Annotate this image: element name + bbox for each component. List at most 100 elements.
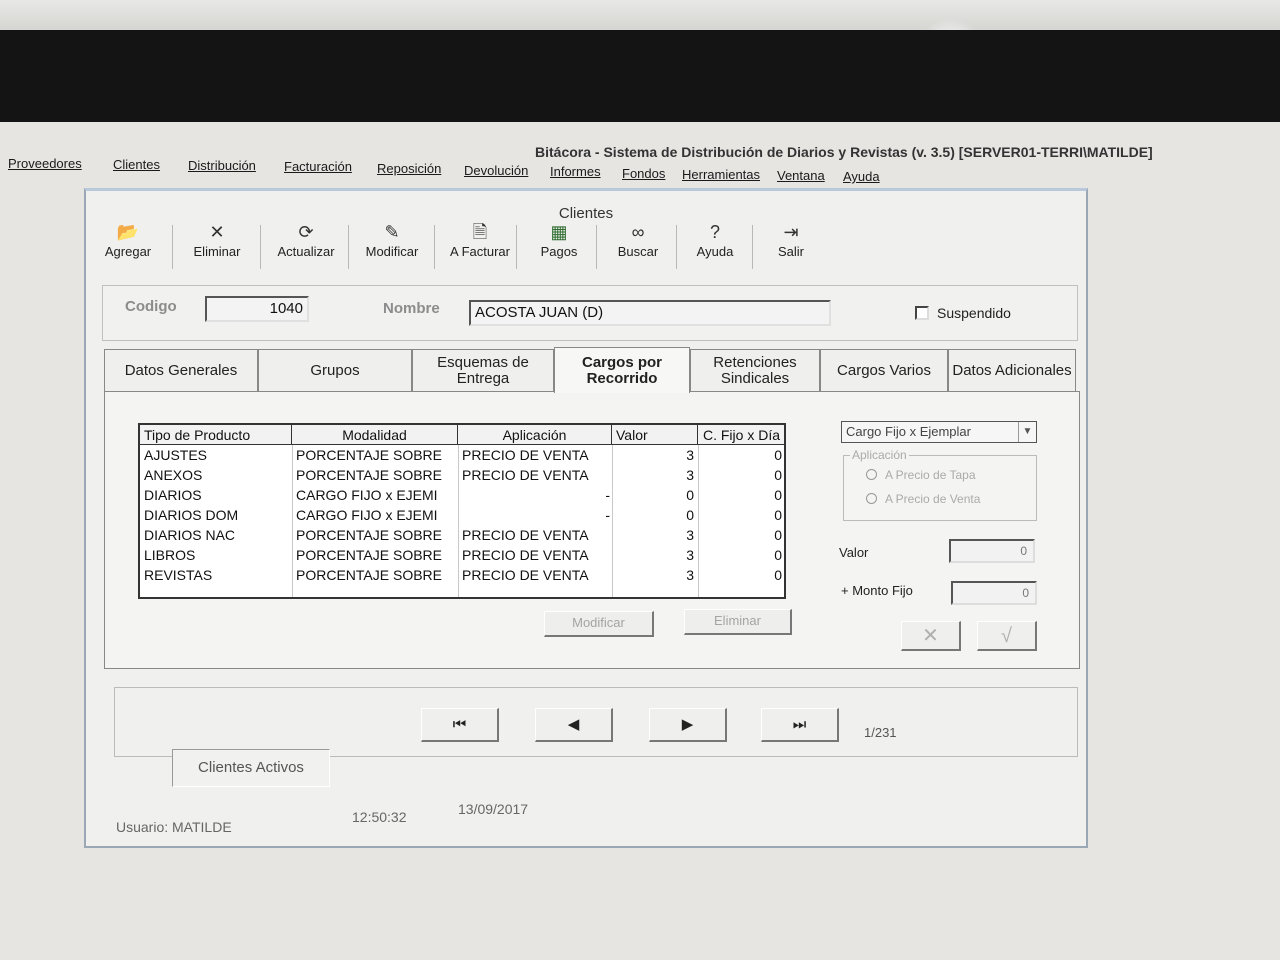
grid-cell[interactable]: 0 (702, 506, 782, 525)
monto-fijo-field[interactable]: 0 (951, 581, 1037, 605)
radio-precio-venta[interactable]: A Precio de Venta (866, 492, 980, 506)
nombre-label: Nombre (383, 300, 440, 317)
tab-retenciones-sindicales[interactable]: Retenciones Sindicales (690, 349, 820, 391)
menu-proveedores[interactable]: Proveedores (8, 156, 82, 171)
pagos-label: Pagos (540, 244, 578, 259)
grid-cell[interactable]: DIARIOS NAC (144, 526, 290, 545)
grid-cell[interactable]: 0 (702, 446, 782, 465)
grid-cell[interactable]: PRECIO DE VENTA (462, 446, 610, 465)
menu-clientes[interactable]: Clientes (113, 157, 160, 172)
valor-label: Valor (839, 545, 869, 560)
record-navigator: ⏮ ◀ ▶ ⏭ (114, 687, 1078, 757)
column-header[interactable]: Aplicación (458, 425, 612, 445)
grid-cell[interactable]: 0 (702, 546, 782, 565)
radio-precio-tapa[interactable]: A Precio de Tapa (866, 468, 976, 482)
grid-cell[interactable]: - (462, 486, 610, 505)
menu-devolucion[interactable]: Devolución (464, 163, 528, 178)
grid-cell[interactable]: 0 (702, 466, 782, 485)
grid-cell[interactable]: PORCENTAJE SOBRE (296, 446, 456, 465)
eliminar-row-button[interactable]: Eliminar (684, 609, 792, 635)
menu-ventana[interactable]: Ventana (777, 168, 825, 183)
grid-cell[interactable]: ANEXOS (144, 466, 290, 485)
grid-cell[interactable]: CARGO FIJO x EJEMI (296, 486, 456, 505)
next-record-button[interactable]: ▶ (649, 708, 727, 742)
eliminar-button[interactable]: ✕ Eliminar (182, 221, 252, 271)
confirm-button[interactable]: √ (977, 621, 1037, 651)
grid-cell[interactable]: 0 (702, 486, 782, 505)
cargo-type-select[interactable]: Cargo Fijo x Ejemplar ▼ (841, 421, 1037, 443)
ayuda-button[interactable]: ? Ayuda (682, 221, 748, 271)
agregar-button[interactable]: 📂 Agregar (96, 221, 160, 271)
buscar-button[interactable]: ∞ Buscar (604, 221, 672, 271)
menu-informes[interactable]: Informes (550, 164, 601, 179)
grid-cell[interactable]: 3 (616, 566, 694, 585)
menu-ayuda[interactable]: Ayuda (843, 169, 880, 184)
tab-grupos[interactable]: Grupos (258, 349, 412, 391)
cargos-grid[interactable]: Tipo de Producto Modalidad Aplicación Va… (138, 423, 786, 599)
last-record-button[interactable]: ⏭ (761, 708, 839, 742)
valor-field[interactable]: 0 (949, 539, 1035, 563)
menu-distribucion[interactable]: Distribución (188, 158, 256, 173)
grid-cell[interactable]: - (462, 506, 610, 525)
chevron-down-icon[interactable]: ▼ (1018, 422, 1036, 442)
tab-cargos-por-recorrido[interactable]: Cargos por Recorrido (554, 347, 690, 393)
grid-cell[interactable]: PRECIO DE VENTA (462, 546, 610, 565)
grid-cell[interactable]: DIARIOS DOM (144, 506, 290, 525)
grid-cell[interactable]: 3 (616, 446, 694, 465)
codigo-field[interactable]: 1040 (205, 296, 309, 322)
menu-fondos[interactable]: Fondos (622, 166, 665, 181)
grid-cell[interactable]: PRECIO DE VENTA (462, 526, 610, 545)
grid-cell[interactable]: 3 (616, 546, 694, 565)
clientes-activos-filter[interactable]: Clientes Activos (172, 749, 330, 787)
grid-cell[interactable]: PORCENTAJE SOBRE (296, 566, 456, 585)
grid-cell[interactable]: PORCENTAJE SOBRE (296, 546, 456, 565)
tab-datos-adicionales[interactable]: Datos Adicionales (948, 349, 1076, 391)
grid-cell[interactable]: CARGO FIJO x EJEMI (296, 506, 456, 525)
grid-cell[interactable]: 0 (616, 506, 694, 525)
radio-icon (866, 469, 877, 480)
a-facturar-button[interactable]: 🗎 A Facturar (440, 221, 520, 271)
grid-cell[interactable]: PORCENTAJE SOBRE (296, 526, 456, 545)
grid-cell[interactable]: PRECIO DE VENTA (462, 466, 610, 485)
tab-cargos-varios[interactable]: Cargos Varios (820, 349, 948, 391)
cancel-button[interactable]: ✕ (901, 621, 961, 651)
radio-precio-venta-label: A Precio de Venta (885, 492, 981, 506)
grid-cell[interactable]: AJUSTES (144, 446, 290, 465)
column-header[interactable]: Modalidad (292, 425, 458, 445)
grid-cell[interactable]: 0 (616, 486, 694, 505)
grid-cell[interactable]: 0 (702, 526, 782, 545)
grid-cell[interactable]: DIARIOS (144, 486, 290, 505)
menu-herramientas[interactable]: Herramientas (682, 167, 760, 182)
grid-cell[interactable]: LIBROS (144, 546, 290, 565)
grid-cell[interactable]: 3 (616, 526, 694, 545)
tab-esquemas-de-entrega[interactable]: Esquemas de Entrega (412, 349, 554, 391)
column-header[interactable]: C. Fijo x Día (698, 425, 784, 445)
grid-cell[interactable]: REVISTAS (144, 566, 290, 585)
modificar-button[interactable]: Modificar (544, 611, 654, 637)
monitor-bezel (0, 30, 1280, 122)
modificar-toolbar-button[interactable]: ✎ Modificar (356, 221, 428, 271)
nombre-field[interactable]: ACOSTA JUAN (D) (469, 300, 831, 326)
grid-cell[interactable]: PORCENTAJE SOBRE (296, 466, 456, 485)
buscar-label: Buscar (617, 244, 659, 259)
grid-cell[interactable]: 0 (702, 566, 782, 585)
status-usuario: Usuario: MATILDE (116, 819, 232, 835)
tab-datos-generales[interactable]: Datos Generales (104, 349, 258, 391)
grid-cell[interactable]: PRECIO DE VENTA (462, 566, 610, 585)
column-header[interactable]: Tipo de Producto (140, 425, 292, 445)
grid-cell[interactable]: 3 (616, 466, 694, 485)
first-record-button[interactable]: ⏮ (421, 708, 499, 742)
column-header[interactable]: Valor (612, 425, 698, 445)
menu-reposicion[interactable]: Reposición (377, 161, 441, 176)
pagos-button[interactable]: ▦ Pagos (524, 221, 594, 271)
actualizar-label: Actualizar (277, 244, 335, 259)
ayuda-label: Ayuda (696, 244, 734, 259)
suspendido-checkbox[interactable] (915, 306, 929, 320)
menu-facturacion[interactable]: Facturación (284, 159, 352, 174)
refresh-icon: ⟳ (298, 222, 314, 242)
actualizar-button[interactable]: ⟳ Actualizar (268, 221, 344, 271)
toolbar-separator (596, 225, 597, 269)
grid-divider (458, 445, 459, 597)
salir-button[interactable]: ⇥ Salir (760, 221, 822, 271)
prev-record-button[interactable]: ◀ (535, 708, 613, 742)
